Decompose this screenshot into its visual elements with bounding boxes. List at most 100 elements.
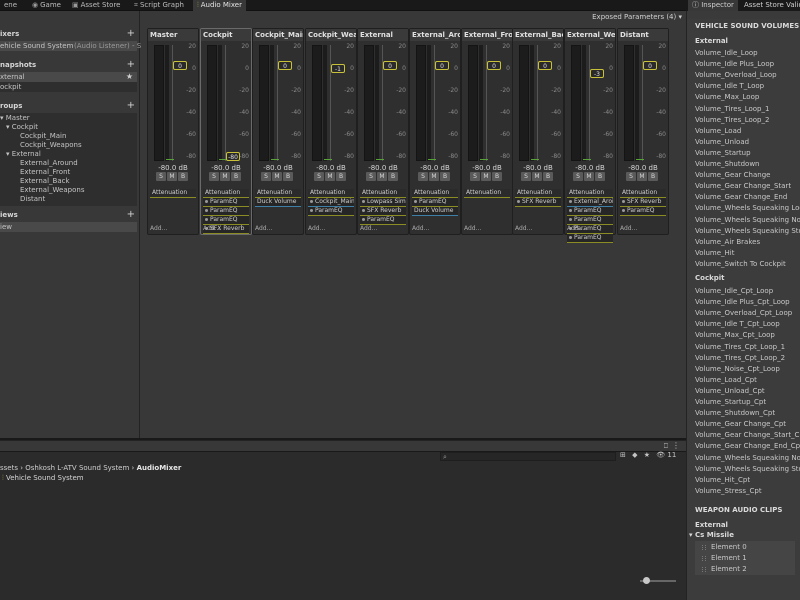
channel-strip[interactable]: External 20 0 -20 -40 -60 -80 0 -80.0 dB S M B Atten…	[357, 28, 409, 235]
exposed-parameter-item[interactable]: Volume_Max_Loop	[695, 93, 759, 101]
exposed-parameter-item[interactable]: Volume_Idle Plus_Cpt_Loop	[695, 298, 790, 306]
exposed-parameter-item[interactable]: Volume_Gear Change	[695, 171, 770, 179]
effect-slot[interactable]: Attenuation	[567, 189, 613, 198]
tab-scene[interactable]: ene	[0, 0, 21, 11]
effect-slot[interactable]: Attenuation	[360, 189, 406, 198]
exposed-parameter-item[interactable]: Volume_Shutdown_Cpt	[695, 409, 775, 417]
effect-slot[interactable]: ParamEQ	[567, 216, 613, 225]
exposed-parameters-dropdown[interactable]: Exposed Parameters (4) ▾	[592, 12, 682, 22]
effect-slot[interactable]: ParamEQ	[203, 216, 249, 225]
exposed-parameter-item[interactable]: Volume_Noise_Cpt_Loop	[695, 365, 780, 373]
filter-by-type-icon[interactable]: ⊞	[620, 451, 626, 459]
project-search-input[interactable]: ⌕	[440, 452, 616, 461]
solo-button[interactable]: S	[314, 172, 324, 181]
effect-slot[interactable]: ParamEQ	[308, 207, 354, 216]
mute-button[interactable]: M	[220, 172, 230, 181]
snapshot-item-cockpit[interactable]: ockpit	[0, 82, 137, 92]
volume-fader-handle[interactable]: 0	[538, 61, 552, 70]
exposed-parameter-item[interactable]: Volume_Startup	[695, 149, 751, 157]
more-menu-icon[interactable]: ⋮	[672, 441, 680, 450]
effect-enabled-icon[interactable]	[622, 200, 625, 203]
effect-slot[interactable]: Duck Volume	[412, 207, 458, 216]
array-element-item[interactable]: Element 1	[711, 554, 747, 562]
mute-button[interactable]: M	[429, 172, 439, 181]
add-snapshot-icon[interactable]: +	[127, 59, 135, 70]
project-asset-item[interactable]: ⫶ Vehicle Sound System	[2, 474, 84, 483]
effect-slot[interactable]: Attenuation	[515, 189, 561, 198]
volume-fader-handle[interactable]: 0	[278, 61, 292, 70]
bypass-button[interactable]: B	[648, 172, 658, 181]
effect-slot[interactable]: Attenuation	[412, 189, 458, 198]
exposed-parameter-item[interactable]: Volume_Max_Cpt_Loop	[695, 331, 775, 339]
effect-enabled-icon[interactable]	[205, 200, 208, 203]
bypass-button[interactable]: B	[440, 172, 450, 181]
effect-enabled-icon[interactable]	[362, 209, 365, 212]
exposed-parameter-item[interactable]: Volume_Gear Change_End	[695, 193, 787, 201]
effect-enabled-icon[interactable]	[569, 209, 572, 212]
exposed-parameter-item[interactable]: Volume_Tires_Cpt_Loop_1	[695, 343, 785, 351]
volume-fader-handle[interactable]: 0	[487, 61, 501, 70]
exposed-parameter-item[interactable]: Volume_Unload_Cpt	[695, 387, 765, 395]
mute-button[interactable]: M	[325, 172, 335, 181]
add-group-icon[interactable]: +	[127, 100, 135, 111]
exposed-parameter-item[interactable]: Volume_Wheels Squeaking Loop	[695, 204, 800, 212]
exposed-parameter-item[interactable]: Volume_Stress_Cpt	[695, 487, 762, 495]
solo-button[interactable]: S	[626, 172, 636, 181]
effect-enabled-icon[interactable]	[517, 200, 520, 203]
array-element-item[interactable]: Element 0	[711, 543, 747, 551]
bypass-button[interactable]: B	[178, 172, 188, 181]
effect-enabled-icon[interactable]	[205, 209, 208, 212]
group-item-external-around[interactable]: External_Around	[20, 159, 78, 167]
effect-enabled-icon[interactable]	[569, 236, 572, 239]
exposed-parameter-item[interactable]: Volume_Startup_Cpt	[695, 398, 766, 406]
exposed-parameter-item[interactable]: Volume_Hit	[695, 249, 735, 257]
bypass-button[interactable]: B	[595, 172, 605, 181]
exposed-parameter-item[interactable]: Volume_Tires_Loop_2	[695, 116, 769, 124]
bypass-button[interactable]: B	[336, 172, 346, 181]
bypass-button[interactable]: B	[283, 172, 293, 181]
group-item-master[interactable]: ▾ Master	[0, 114, 30, 122]
drag-handle-icon[interactable]	[702, 544, 706, 550]
effect-slot[interactable]: Duck Volume	[255, 198, 301, 207]
group-item-cockpit[interactable]: ▾ Cockpit	[6, 123, 38, 131]
mute-button[interactable]: M	[481, 172, 491, 181]
breadcrumb-current[interactable]: AudioMixer	[137, 464, 182, 472]
effect-slot[interactable]: Attenuation	[150, 189, 196, 198]
lock-icon[interactable]: ⎕	[664, 442, 668, 451]
exposed-parameter-item[interactable]: Volume_Idle_Cpt_Loop	[695, 287, 773, 295]
volume-fader-handle[interactable]: 0	[173, 61, 187, 70]
effect-enabled-icon[interactable]	[362, 218, 365, 221]
exposed-parameter-item[interactable]: Volume_Overload_Loop	[695, 71, 777, 79]
exposed-parameter-item[interactable]: Volume_Wheels Squeaking Noise	[695, 216, 800, 224]
breadcrumb-folder[interactable]: Oshkosh L-ATV Sound System	[25, 464, 129, 472]
effect-slot[interactable]: ParamEQ	[203, 207, 249, 216]
exposed-parameter-item[interactable]: Volume_Idle_Loop	[695, 49, 758, 57]
effect-enabled-icon[interactable]	[569, 218, 572, 221]
effect-slot[interactable]: Cockpit_Main	[308, 198, 354, 207]
exposed-parameter-item[interactable]: Volume_Gear Change_End_Cpt	[695, 442, 800, 450]
bypass-button[interactable]: B	[543, 172, 553, 181]
solo-button[interactable]: S	[418, 172, 428, 181]
effect-slot[interactable]: ParamEQ	[360, 216, 406, 225]
exposed-parameter-item[interactable]: Volume_Idle Plus_Loop	[695, 60, 774, 68]
exposed-parameter-item[interactable]: Volume_Tires_Cpt_Loop_2	[695, 354, 785, 362]
exposed-parameter-item[interactable]: Volume_Wheels Squeaking Stop	[695, 227, 800, 235]
effect-slot[interactable]: Attenuation	[255, 189, 301, 198]
solo-button[interactable]: S	[470, 172, 480, 181]
effect-slot[interactable]: SFX Reverb	[515, 198, 561, 207]
add-effect-button[interactable]: Add...	[464, 225, 481, 232]
view-item[interactable]: iew	[0, 222, 137, 232]
effect-enabled-icon[interactable]	[362, 200, 365, 203]
effect-slot[interactable]: Attenuation	[203, 189, 249, 198]
filter-by-label-icon[interactable]: ◆	[632, 451, 637, 459]
channel-strip[interactable]: Cockpit_Weap 20 0 -20 -40 -60 -80 -1 -80.0 dBSMB…	[305, 28, 357, 235]
exposed-parameter-item[interactable]: Volume_Gear Change_Start	[695, 182, 791, 190]
add-effect-button[interactable]: Add...	[150, 225, 167, 232]
solo-button[interactable]: S	[209, 172, 219, 181]
exposed-parameter-item[interactable]: Volume_Load_Cpt	[695, 376, 757, 384]
effect-enabled-icon[interactable]	[310, 209, 313, 212]
effect-slot[interactable]: Attenuation	[620, 189, 666, 198]
group-item-external[interactable]: ▾ External	[6, 150, 41, 158]
exposed-parameter-item[interactable]: Volume_Overload_Cpt_Loop	[695, 309, 792, 317]
volume-fader-handle[interactable]: 0	[435, 61, 449, 70]
